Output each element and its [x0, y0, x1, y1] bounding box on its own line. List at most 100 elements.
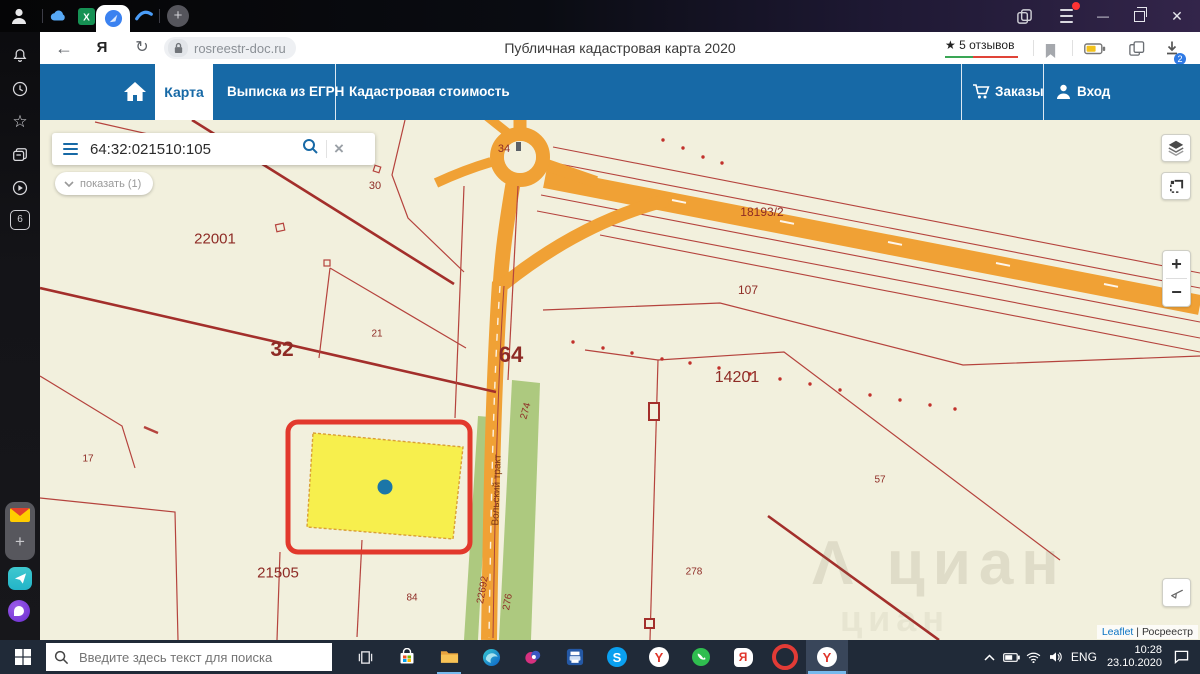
nav-item-cost[interactable]: Кадастровая стоимость — [349, 64, 510, 120]
battery-extension-icon[interactable] — [1084, 42, 1106, 60]
attribution-provider: Росреестр — [1142, 626, 1193, 638]
minimize-button[interactable]: — — [1086, 0, 1120, 32]
browser-menu-icon[interactable] — [1056, 6, 1076, 26]
cadastral-map[interactable]: 22001303418193/2107213264142012741757215… — [40, 120, 1200, 640]
cian-watermark: Λ циан — [812, 528, 1067, 599]
cart-icon[interactable] — [972, 83, 990, 105]
zoom-in-button[interactable]: + — [1163, 251, 1190, 278]
yandex-mail-tile[interactable]: + — [5, 502, 35, 560]
opera-icon[interactable] — [764, 640, 806, 674]
task-view-button[interactable] — [344, 640, 386, 674]
swoosh-tab[interactable] — [134, 6, 154, 26]
map-label-14201: 14201 — [715, 369, 760, 387]
action-center-icon[interactable] — [1170, 640, 1192, 674]
yandex-app-icon[interactable]: Я — [722, 640, 764, 674]
file-explorer-icon[interactable] — [428, 640, 470, 674]
cadastral-search-input[interactable] — [88, 140, 302, 159]
map-label-21505: 21505 — [257, 565, 299, 582]
side-panel-icon[interactable] — [1014, 6, 1034, 26]
system-tray: ENG 10:28 23.10.2020 — [979, 640, 1200, 674]
store-app-icon[interactable] — [386, 640, 428, 674]
toolbar-separator — [1072, 40, 1073, 56]
home-button[interactable] — [122, 80, 148, 109]
tabs-pages-icon[interactable] — [1128, 40, 1145, 62]
start-button[interactable] — [0, 640, 46, 674]
bell-icon[interactable] — [9, 45, 31, 67]
excel-tab[interactable]: X — [76, 6, 96, 26]
add-widget-plus[interactable]: + — [5, 532, 35, 552]
wifi-icon[interactable] — [1023, 640, 1045, 674]
new-tab-button[interactable]: + — [167, 5, 189, 27]
map-label-276: 276 — [501, 593, 515, 611]
download-icon[interactable]: 2 — [1164, 40, 1180, 61]
whatsapp-icon[interactable] — [680, 640, 722, 674]
attribution-separator: | — [1136, 626, 1139, 638]
language-indicator[interactable]: ENG — [1071, 650, 1097, 664]
nav-tab-map[interactable]: Карта — [155, 64, 213, 120]
tab-separator — [159, 9, 160, 23]
rating-bar-green — [945, 56, 973, 58]
measure-area-icon — [1168, 178, 1185, 195]
restore-icon — [1134, 11, 1145, 22]
leaflet-link[interactable]: Leaflet — [1102, 626, 1134, 638]
layers-button[interactable] — [1161, 134, 1191, 162]
skype-icon[interactable]: S — [596, 640, 638, 674]
cloud-tab[interactable] — [48, 6, 68, 26]
browser-addressbar: Публичная кадастровая карта 2020 ← Я ↻ r… — [40, 32, 1200, 65]
menu-hamburger-icon[interactable] — [63, 140, 78, 158]
history-clock-icon[interactable] — [9, 78, 31, 100]
lock-icon — [168, 39, 188, 57]
rating-bar-red — [973, 56, 1018, 58]
search-icon[interactable] — [302, 138, 319, 160]
messenger-icon[interactable] — [8, 567, 32, 590]
profile-avatar-icon[interactable] — [9, 6, 29, 26]
tab-separator — [42, 9, 43, 23]
star-icon: ★ — [945, 38, 956, 52]
search-clear-icon[interactable]: × — [334, 134, 344, 164]
browser-sidebar: ☆ 6 + — [0, 32, 40, 640]
yandex-logo[interactable]: Я — [90, 32, 114, 64]
restore-button[interactable] — [1122, 0, 1156, 32]
favorites-star-icon[interactable]: ☆ — [9, 111, 31, 133]
close-button[interactable]: ✕ — [1160, 0, 1194, 32]
refresh-button[interactable]: ↻ — [130, 32, 154, 64]
map-search-panel: × — [52, 133, 375, 165]
tray-expand-chevron[interactable] — [979, 640, 1001, 674]
chevron-down-icon — [64, 180, 74, 188]
collections-icon[interactable] — [9, 144, 31, 166]
locate-arrow-icon — [1169, 585, 1185, 601]
reviews-widget[interactable]: ★ 5 отзывов — [945, 38, 1014, 52]
search-divider — [326, 140, 327, 158]
notification-dot — [1072, 2, 1080, 10]
map-label-34: 34 — [498, 143, 510, 155]
map-label-274: 274 — [519, 402, 534, 421]
map-label-22001: 22001 — [194, 231, 236, 248]
yandex-browser-active-window[interactable]: Y — [806, 640, 848, 674]
taskbar-search-input[interactable] — [77, 649, 311, 666]
volume-icon[interactable] — [1045, 640, 1067, 674]
alice-assistant-icon[interactable] — [8, 600, 30, 622]
zoom-out-button[interactable]: − — [1163, 279, 1190, 306]
url-field[interactable]: rosreestr-doc.ru — [164, 37, 296, 59]
printer-app-icon[interactable] — [554, 640, 596, 674]
nav-tab-map-label: Карта — [164, 84, 204, 100]
nav-login[interactable]: Вход — [1077, 64, 1110, 120]
battery-icon[interactable] — [1001, 640, 1023, 674]
back-button[interactable]: ← — [52, 32, 76, 64]
reviews-label: 5 отзывов — [959, 38, 1014, 52]
clock[interactable]: 10:28 23.10.2020 — [1107, 644, 1162, 670]
measure-area-button[interactable] — [1161, 172, 1191, 200]
paint3d-icon[interactable] — [512, 640, 554, 674]
taskbar-search-box[interactable] — [46, 643, 332, 671]
play-circle-icon[interactable] — [9, 177, 31, 199]
locate-button[interactable] — [1162, 578, 1191, 607]
nav-orders[interactable]: Заказы — [995, 64, 1044, 120]
user-icon[interactable] — [1055, 83, 1072, 105]
nav-item-egrn[interactable]: Выписка из ЕГРН — [227, 64, 344, 120]
edge-browser-icon[interactable] — [470, 640, 512, 674]
yandex-browser-icon[interactable]: Y — [638, 640, 680, 674]
svg-text:X: X — [83, 12, 90, 23]
tab-counter[interactable]: 6 — [10, 210, 30, 230]
show-results-button[interactable]: показать (1) — [55, 172, 153, 195]
active-browser-tab[interactable] — [96, 5, 130, 32]
